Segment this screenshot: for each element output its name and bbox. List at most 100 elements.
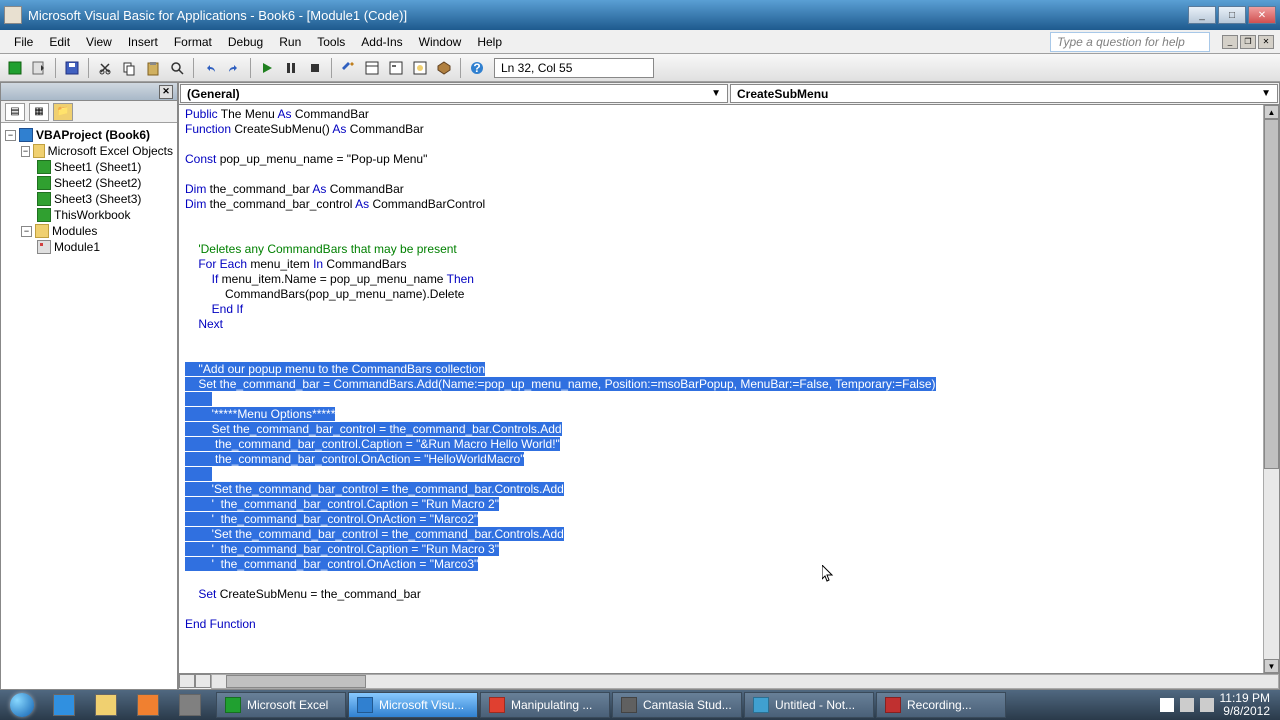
menu-run[interactable]: Run (271, 32, 309, 52)
tree-sheet2[interactable]: Sheet2 (Sheet2) (5, 175, 173, 191)
tray-sound-icon[interactable] (1200, 698, 1214, 712)
menu-view[interactable]: View (78, 32, 120, 52)
task-icon (885, 697, 901, 713)
tree-thisworkbook[interactable]: ThisWorkbook (5, 207, 173, 223)
window-title: Microsoft Visual Basic for Applications … (28, 8, 1188, 23)
window-titlebar: Microsoft Visual Basic for Applications … (0, 0, 1280, 30)
vertical-scrollbar[interactable]: ▲ ▼ (1263, 105, 1279, 673)
toggle-folders-icon[interactable]: 📁 (53, 103, 73, 121)
object-dropdown[interactable]: (General)▼ (180, 84, 728, 103)
taskbar-task-2[interactable]: Manipulating ... (480, 692, 610, 718)
task-label: Camtasia Stud... (643, 698, 732, 712)
taskbar-task-1[interactable]: Microsoft Visu... (348, 692, 478, 718)
undo-icon[interactable] (199, 57, 221, 79)
taskbar-task-0[interactable]: Microsoft Excel (216, 692, 346, 718)
tree-modules[interactable]: −Modules (5, 223, 173, 239)
mdi-restore-button[interactable]: ❐ (1240, 35, 1256, 49)
procedure-dropdown[interactable]: CreateSubMenu▼ (730, 84, 1278, 103)
svg-text:?: ? (473, 61, 480, 75)
pinned-apps (44, 691, 210, 719)
project-explorer-close-icon[interactable]: ✕ (159, 85, 173, 99)
project-explorer: Project - VBAProject ✕ ▤ ▦ 📁 −VBAProject… (0, 82, 178, 690)
hscroll-thumb[interactable] (226, 675, 366, 688)
taskbar-task-3[interactable]: Camtasia Stud... (612, 692, 742, 718)
horizontal-scrollbar[interactable] (211, 674, 1279, 689)
pinned-other[interactable] (170, 691, 210, 719)
tree-project-root[interactable]: −VBAProject (Book6) (5, 127, 173, 143)
code-dropdowns: (General)▼ CreateSubMenu▼ (179, 83, 1279, 105)
taskbar-task-5[interactable]: Recording... (876, 692, 1006, 718)
menu-window[interactable]: Window (411, 32, 470, 52)
project-tree: −VBAProject (Book6) −Microsoft Excel Obj… (1, 123, 177, 689)
project-explorer-icon[interactable] (361, 57, 383, 79)
task-label: Untitled - Not... (775, 698, 855, 712)
task-label: Microsoft Visu... (379, 698, 464, 712)
maximize-button[interactable]: □ (1218, 6, 1246, 24)
cut-icon[interactable] (94, 57, 116, 79)
tray-flag-icon[interactable] (1160, 698, 1174, 712)
copy-icon[interactable] (118, 57, 140, 79)
properties-icon[interactable] (385, 57, 407, 79)
task-icon (489, 697, 505, 713)
scroll-down-icon[interactable]: ▼ (1264, 659, 1279, 673)
close-button[interactable]: ✕ (1248, 6, 1276, 24)
app-icon (4, 6, 22, 24)
object-browser-icon[interactable] (409, 57, 431, 79)
help-search-box[interactable]: Type a question for help (1050, 32, 1210, 52)
scroll-thumb[interactable] (1264, 119, 1279, 469)
tree-module1[interactable]: Module1 (5, 239, 173, 255)
task-label: Manipulating ... (511, 698, 592, 712)
minimize-button[interactable]: _ (1188, 6, 1216, 24)
task-icon (225, 697, 241, 713)
taskbar-tasks: Microsoft Excel Microsoft Visu... Manipula… (216, 692, 1006, 718)
menu-addins[interactable]: Add-Ins (353, 32, 410, 52)
mdi-minimize-button[interactable]: _ (1222, 35, 1238, 49)
paste-icon[interactable] (142, 57, 164, 79)
toolbar: ? Ln 32, Col 55 (0, 54, 1280, 82)
start-button[interactable] (2, 691, 42, 719)
project-explorer-titlebar: Project - VBAProject ✕ (1, 83, 177, 101)
insert-dropdown-icon[interactable] (28, 57, 50, 79)
scroll-up-icon[interactable]: ▲ (1264, 105, 1279, 119)
pinned-explorer[interactable] (86, 691, 126, 719)
run-icon[interactable] (256, 57, 278, 79)
mdi-close-button[interactable]: ✕ (1258, 35, 1274, 49)
taskbar-clock[interactable]: 11:19 PM9/8/2012 (1220, 692, 1270, 718)
save-icon[interactable] (61, 57, 83, 79)
task-label: Recording... (907, 698, 972, 712)
tree-excel-objects[interactable]: −Microsoft Excel Objects (5, 143, 173, 159)
procedure-view-icon[interactable] (179, 674, 195, 688)
pinned-ie[interactable] (44, 691, 84, 719)
tray-network-icon[interactable] (1180, 698, 1194, 712)
break-icon[interactable] (280, 57, 302, 79)
menu-insert[interactable]: Insert (120, 32, 166, 52)
window-buttons: _ □ ✕ (1188, 6, 1276, 24)
project-explorer-toolbar: ▤ ▦ 📁 (1, 101, 177, 123)
toolbox-icon[interactable] (433, 57, 455, 79)
full-module-view-icon[interactable] (195, 674, 211, 688)
view-code-icon[interactable]: ▤ (5, 103, 25, 121)
redo-icon[interactable] (223, 57, 245, 79)
taskbar: Microsoft Excel Microsoft Visu... Manipula… (0, 690, 1280, 720)
code-editor[interactable]: Public The Menu As CommandBar Function C… (179, 105, 1263, 673)
help-icon[interactable]: ? (466, 57, 488, 79)
view-object-icon[interactable]: ▦ (29, 103, 49, 121)
tree-sheet1[interactable]: Sheet1 (Sheet1) (5, 159, 173, 175)
menu-edit[interactable]: Edit (41, 32, 78, 52)
tree-sheet3[interactable]: Sheet3 (Sheet3) (5, 191, 173, 207)
view-excel-icon[interactable] (4, 57, 26, 79)
pinned-media[interactable] (128, 691, 168, 719)
code-footer (179, 673, 1279, 689)
find-icon[interactable] (166, 57, 188, 79)
menu-bar: File Edit View Insert Format Debug Run T… (0, 30, 1280, 54)
task-icon (753, 697, 769, 713)
menu-help[interactable]: Help (469, 32, 510, 52)
system-tray: 11:19 PM9/8/2012 (1160, 692, 1278, 718)
menu-tools[interactable]: Tools (309, 32, 353, 52)
menu-debug[interactable]: Debug (220, 32, 271, 52)
menu-format[interactable]: Format (166, 32, 220, 52)
menu-file[interactable]: File (6, 32, 41, 52)
design-mode-icon[interactable] (337, 57, 359, 79)
taskbar-task-4[interactable]: Untitled - Not... (744, 692, 874, 718)
reset-icon[interactable] (304, 57, 326, 79)
